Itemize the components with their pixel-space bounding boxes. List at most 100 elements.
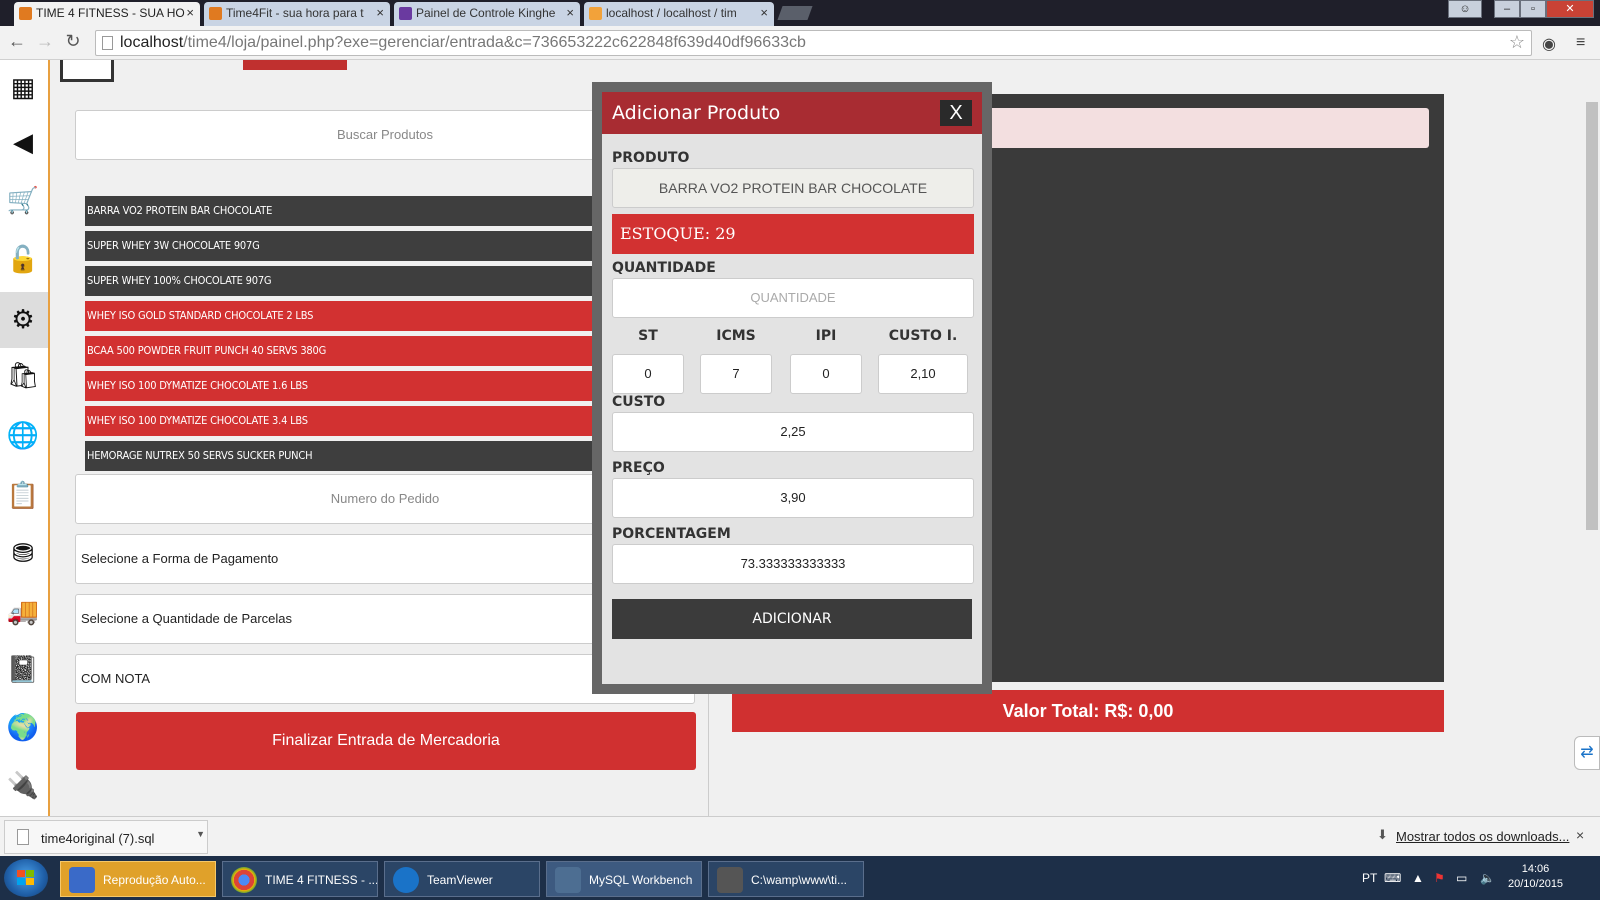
taskbar-item-autoplay[interactable]: Reprodução Auto... (60, 861, 216, 897)
cart-icon[interactable]: 🛒 (7, 185, 39, 215)
reload-icon[interactable]: ↻ (62, 31, 84, 52)
add-button[interactable]: ADICIONAR (612, 599, 972, 639)
chrome-icon (231, 867, 257, 893)
list-item[interactable]: WHEY ISO GOLD STANDARD CHOCOLATE 2 LBS (85, 301, 593, 331)
add-product-modal-frame: Adicionar Produto X PRODUTO BARRA VO2 PR… (592, 82, 992, 694)
icms-input[interactable]: 7 (700, 354, 772, 394)
tab-painel-controle[interactable]: Painel de Controle Kinghe × (394, 2, 580, 26)
tab-close-icon[interactable]: × (186, 5, 194, 20)
taskbar-item-label: C:\wamp\www\ti... (751, 873, 848, 887)
preco-input[interactable]: 3,90 (612, 478, 974, 518)
globe-alt-icon[interactable]: 🌍 (7, 712, 39, 742)
volume-icon[interactable]: 🔈 (1480, 871, 1495, 885)
close-icon[interactable]: × (1576, 827, 1584, 843)
taskbar-item-label: TeamViewer (427, 873, 493, 887)
show-hidden-icons-icon[interactable]: ▲ (1412, 871, 1424, 885)
browser-toolbar: ← → ↻ localhost/time4/loja/painel.php?ex… (0, 26, 1600, 60)
arrow-left-icon[interactable]: ◀ (8, 127, 38, 157)
ipi-label: IPI (815, 328, 837, 344)
tab-time4fit[interactable]: Time4Fit - sua hora para t × (204, 2, 390, 26)
back-arrow-icon[interactable]: ← (6, 31, 28, 52)
taskbar-item-mysql-workbench[interactable]: MySQL Workbench (546, 861, 702, 897)
address-bar[interactable]: localhost/time4/loja/painel.php?exe=gere… (95, 30, 1532, 56)
plug-icon[interactable]: 🔌 (7, 770, 39, 800)
list-item[interactable]: WHEY ISO 100 DYMATIZE CHOCOLATE 3.4 LBS (85, 406, 593, 436)
clipboard-icon[interactable]: 📋 (7, 480, 39, 510)
modal-title: Adicionar Produto (612, 102, 781, 124)
modal-close-button[interactable]: X (940, 100, 972, 126)
product-list: BARRA VO2 PROTEIN BAR CHOCOLATE SUPER WH… (85, 196, 593, 508)
list-item[interactable]: HEMORAGE NUTREX 50 SERVS SUCKER PUNCH (85, 441, 593, 471)
shopping-bag-icon[interactable]: 🛍 (7, 360, 40, 390)
system-clock[interactable]: 14:06 20/10/2015 (1508, 862, 1563, 892)
custo-label: CUSTO (612, 394, 666, 410)
quantity-input[interactable]: QUANTIDADE (612, 278, 974, 318)
keyboard-icon[interactable]: ⌨ (1384, 871, 1401, 885)
file-icon (17, 829, 29, 845)
minimize-button[interactable]: – (1494, 0, 1520, 18)
produto-field: BARRA VO2 PROTEIN BAR CHOCOLATE (612, 168, 974, 208)
st-input[interactable]: 0 (612, 354, 684, 394)
list-item[interactable]: SUPER WHEY 100% CHOCOLATE 907G (85, 266, 593, 296)
windows-logo-icon (17, 870, 35, 886)
list-item[interactable]: SUPER WHEY 3W CHOCOLATE 907G (85, 231, 593, 261)
network-icon[interactable]: ▭ (1456, 871, 1467, 885)
forward-arrow-icon[interactable]: → (34, 31, 56, 52)
maximize-button[interactable]: ▫ (1520, 0, 1546, 18)
add-product-modal: Adicionar Produto X PRODUTO BARRA VO2 PR… (602, 92, 982, 684)
taskbar-item-label: MySQL Workbench (589, 873, 693, 887)
taskbar-item-teamviewer[interactable]: TeamViewer (384, 861, 540, 897)
download-item[interactable]: time4original (7).sql ▼ (4, 820, 208, 854)
scrollbar-thumb[interactable] (1586, 102, 1598, 530)
tab-time4fitness[interactable]: TIME 4 FITNESS - SUA HO × (14, 2, 200, 26)
action-center-flag-icon[interactable]: ⚑ (1434, 871, 1445, 885)
truck-icon[interactable]: 🚚 (7, 596, 39, 626)
top-menu-box[interactable] (60, 60, 114, 82)
gear-icon[interactable]: ⚙ (8, 304, 38, 334)
list-item[interactable]: BCAA 500 POWDER FRUIT PUNCH 40 SERVS 380… (85, 336, 593, 366)
user-profile-button[interactable]: ☺ (1448, 0, 1482, 18)
browser-tabstrip: TIME 4 FITNESS - SUA HO × Time4Fit - sua… (0, 0, 1600, 26)
show-all-downloads-link[interactable]: Mostrar todos os downloads... (1396, 829, 1569, 844)
tab-close-icon[interactable]: × (760, 5, 768, 20)
quantidade-label: QUANTIDADE (612, 260, 716, 276)
list-item[interactable]: BARRA VO2 PROTEIN BAR CHOCOLATE (85, 196, 593, 226)
sublime-text-icon (717, 867, 743, 893)
tab-close-icon[interactable]: × (566, 5, 574, 20)
custo-input[interactable]: 2,25 (612, 412, 974, 452)
url-path: /time4/loja/painel.php?exe=gerenciar/ent… (183, 34, 806, 51)
download-arrow-icon: ⬇ (1377, 827, 1388, 842)
new-tab-button[interactable] (777, 6, 813, 20)
download-bar: time4original (7).sql ▼ ⬇ Mostrar todos … (0, 816, 1600, 856)
taskbar-item-sublime[interactable]: C:\wamp\www\ti... (708, 861, 864, 897)
finish-entry-button[interactable]: Finalizar Entrada de Mercadoria (76, 712, 696, 770)
language-indicator[interactable]: PT (1362, 871, 1377, 885)
stock-badge: ESTOQUE: 29 (612, 214, 974, 254)
unlock-icon[interactable]: 🔓 (7, 244, 39, 274)
notebook-icon[interactable]: 📓 (7, 654, 39, 684)
taskbar-item-chrome[interactable]: TIME 4 FITNESS - ... (222, 861, 378, 897)
grid-icon[interactable]: ▦ (8, 72, 38, 102)
globe-icon[interactable]: 🌐 (7, 420, 39, 450)
custo-i-input[interactable]: 2,10 (878, 354, 968, 394)
taskbar-item-label: Reprodução Auto... (103, 873, 206, 887)
menu-icon[interactable]: ≡ (1576, 34, 1585, 52)
extension-icon[interactable]: ◉ (1542, 34, 1556, 54)
start-button[interactable] (4, 859, 48, 897)
tab-phpmyadmin[interactable]: localhost / localhost / tim × (584, 2, 774, 26)
bookmark-star-icon[interactable]: ☆ (1509, 32, 1525, 53)
porcentagem-input[interactable]: 73.333333333333 (612, 544, 974, 584)
list-item[interactable]: WHEY ISO 100 DYMATIZE CHOCOLATE 1.6 LBS (85, 371, 593, 401)
chevron-down-icon[interactable]: ▼ (196, 829, 205, 839)
top-red-bar (243, 60, 347, 70)
coins-icon[interactable]: ⛃ (8, 538, 38, 568)
site-favicon-icon (399, 7, 412, 20)
window-close-button[interactable]: ✕ (1546, 0, 1594, 18)
page-scrollbar[interactable] (1584, 60, 1600, 800)
tab-close-icon[interactable]: × (376, 5, 384, 20)
page-content: ▦ ◀ 🛒 🔓 ⚙ 🛍 🌐 📋 ⛃ 🚚 📓 🌍 🔌 Buscar Produto… (0, 60, 1600, 816)
ipi-input[interactable]: 0 (790, 354, 862, 394)
teamviewer-icon[interactable]: ⇄ (1574, 736, 1600, 770)
site-favicon-icon (19, 7, 32, 20)
teamviewer-app-icon (393, 867, 419, 893)
